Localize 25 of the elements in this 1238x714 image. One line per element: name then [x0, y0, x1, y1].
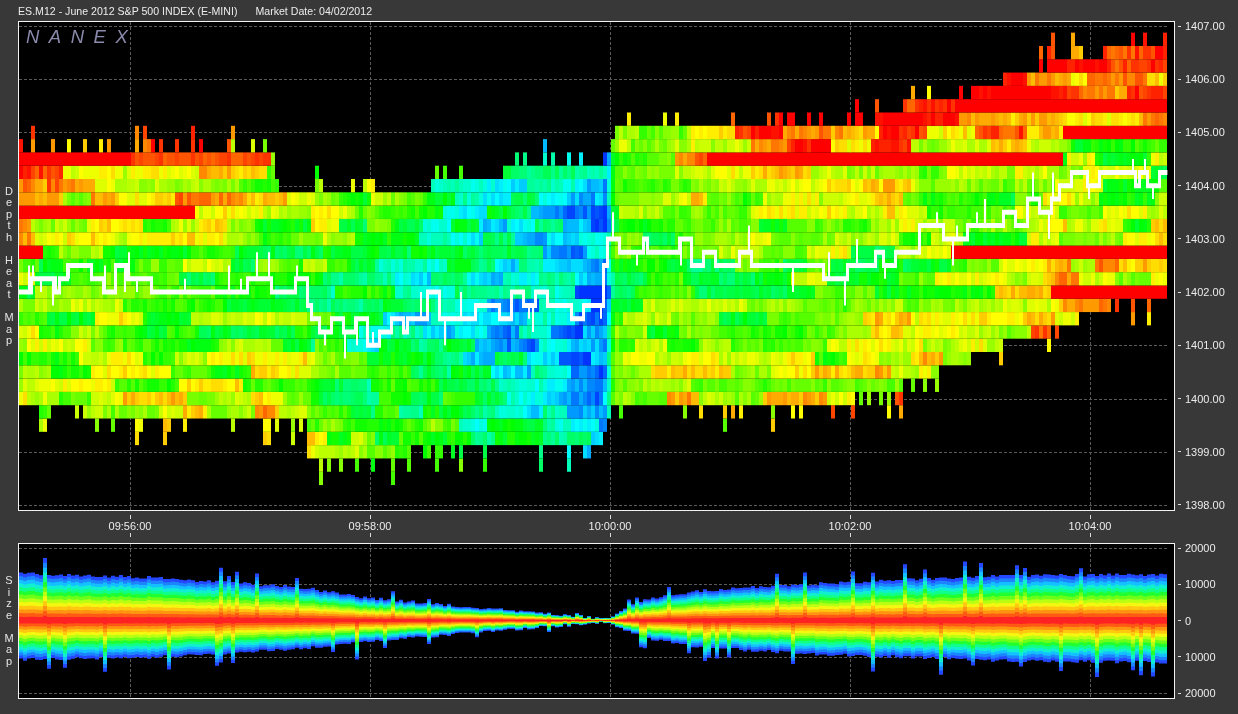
axis-label: 20000: [1185, 542, 1216, 554]
axis-label: 09:58:00: [348, 520, 392, 532]
axis-label: 10:00:00: [588, 520, 632, 532]
logo-text: NANEX: [26, 26, 138, 48]
axis-label: 1405.00: [1185, 126, 1225, 139]
axis-label: 0: [1185, 614, 1192, 627]
axis-label: 1399.00: [1185, 445, 1225, 458]
instrument-title: ES.M12 - June 2012 S&P 500 INDEX (E-MINI): [18, 4, 238, 18]
panel-side-label: Size Map: [4, 575, 14, 667]
axis-label: 1398.00: [1185, 498, 1225, 511]
axis-label: 1404.00: [1185, 179, 1225, 192]
axis-label: 1402.00: [1185, 286, 1225, 299]
panel-side-label: Depth Heat Map: [4, 185, 14, 347]
axis-label: 1406.00: [1185, 73, 1225, 86]
axis-label: 1400.00: [1185, 392, 1225, 405]
axis-label: 10:02:00: [828, 520, 872, 532]
axis-label: 10:04:00: [1068, 520, 1112, 532]
axis-label: 10000: [1185, 650, 1216, 663]
axis-label: 09:56:00: [108, 520, 152, 532]
axis-label: 10000: [1185, 578, 1216, 591]
axis-label: 1403.00: [1185, 232, 1225, 245]
axis-label: 1401.00: [1185, 339, 1225, 352]
market-date: Market Date: 04/02/2012: [255, 4, 373, 18]
axis-label: 20000: [1185, 687, 1216, 699]
axis-label: 1407.00: [1185, 20, 1225, 32]
